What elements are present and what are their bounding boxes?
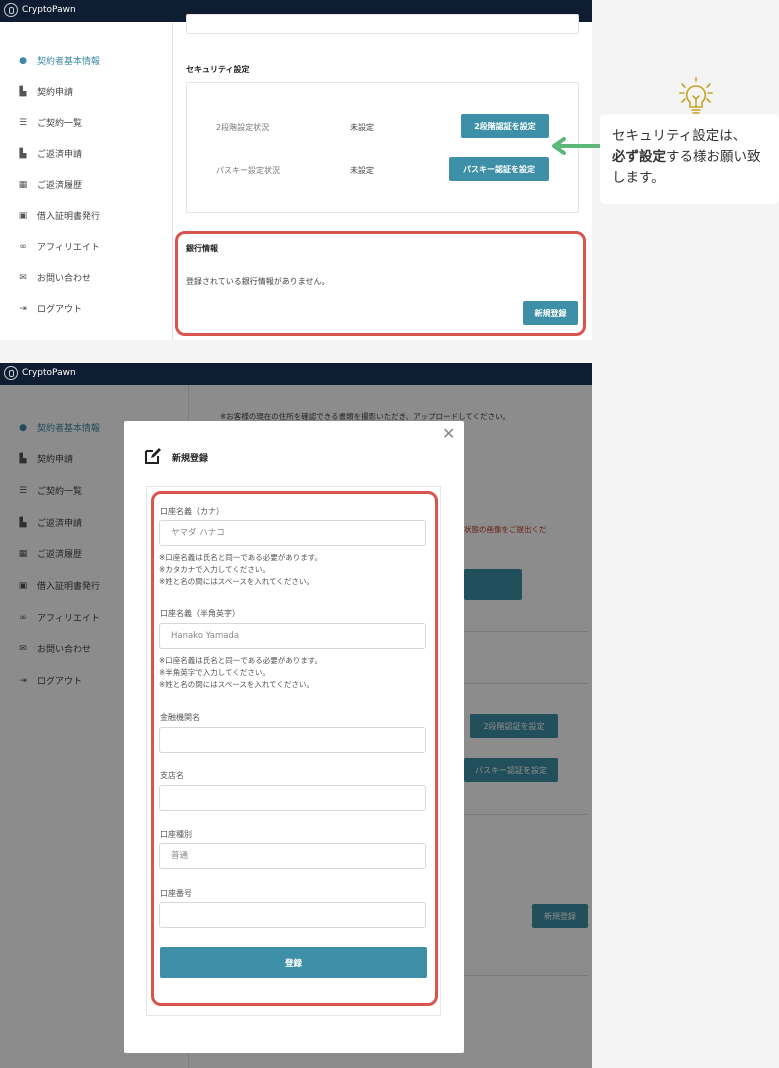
modal-title: 新規登録 [172,454,209,464]
two-factor-label: 2段階設定状況 [216,123,270,132]
passkey-label: パスキー設定状況 [216,166,280,175]
close-icon[interactable]: ✕ [442,424,455,443]
sidebar-item-logout[interactable]: ⇥ ログアウト [18,302,82,316]
highlight-form [151,491,438,1006]
passkey-status: 未設定 [350,166,374,175]
top-bar: CryptoPawn [0,363,592,385]
app-logo[interactable]: CryptoPawn [4,366,76,380]
tip-text-1: セキュリティ設定は、 [612,128,747,144]
app-logo[interactable]: CryptoPawn [4,3,76,17]
logo-icon [4,3,18,17]
logout-icon: ⇥ [19,303,27,314]
highlight-bank-info [175,231,586,336]
tip-text-bold: 必ず設定 [612,149,666,165]
two-factor-button[interactable]: 2段階認証を設定 [461,114,549,138]
edit-icon [145,448,161,464]
screenshot-register-modal: CryptoPawn ● 契約者基本情報 ▙ 契約申請 ☰ ご契約一覧 ▙ ご返済申請 … [0,363,592,1068]
screenshot-profile-page: CryptoPawn ● 契約者基本情報 ▙ 契約申請 ☰ ご契約一覧 ▙ ご返済申請 … [0,0,592,340]
sidebar-item-repay-history[interactable]: ▦ ご返済履歴 [18,178,82,192]
app-name: CryptoPawn [22,5,76,15]
person-icon: ● [19,55,27,66]
two-factor-status: 未設定 [350,123,374,132]
sidebar-item-apply[interactable]: ▙ 契約申請 [18,85,73,99]
sidebar-item-repay[interactable]: ▙ ご返済申請 [18,147,82,161]
sidebar-item-profile[interactable]: ● 契約者基本情報 [18,54,100,68]
app-name: CryptoPawn [22,368,76,378]
sidebar-item-contact[interactable]: ✉ お問い合わせ [18,271,91,285]
edit-document-icon: ▙ [19,86,27,97]
handshake-icon: ∞ [19,241,27,252]
tip-box: セキュリティ設定は、 必ず設定する様お願い致します。 [600,114,779,204]
sidebar-item-certificate[interactable]: ▣ 借入証明書発行 [18,209,100,223]
edit-document-icon: ▙ [19,148,27,159]
sidebar-divider [172,22,173,340]
previous-card [186,14,579,34]
security-card [186,82,579,213]
mail-icon: ✉ [19,272,27,283]
logo-icon [4,366,18,380]
arrow-left-icon [552,137,604,155]
passkey-button[interactable]: パスキー認証を設定 [449,157,549,181]
sidebar-item-affiliate[interactable]: ∞ アフィリエイト [18,240,100,254]
calendar-icon: ▦ [18,179,28,190]
id-card-icon: ▣ [18,210,28,221]
sidebar-item-contracts[interactable]: ☰ ご契約一覧 [18,116,82,130]
security-title: セキュリティ設定 [186,65,250,74]
list-icon: ☰ [18,117,28,128]
